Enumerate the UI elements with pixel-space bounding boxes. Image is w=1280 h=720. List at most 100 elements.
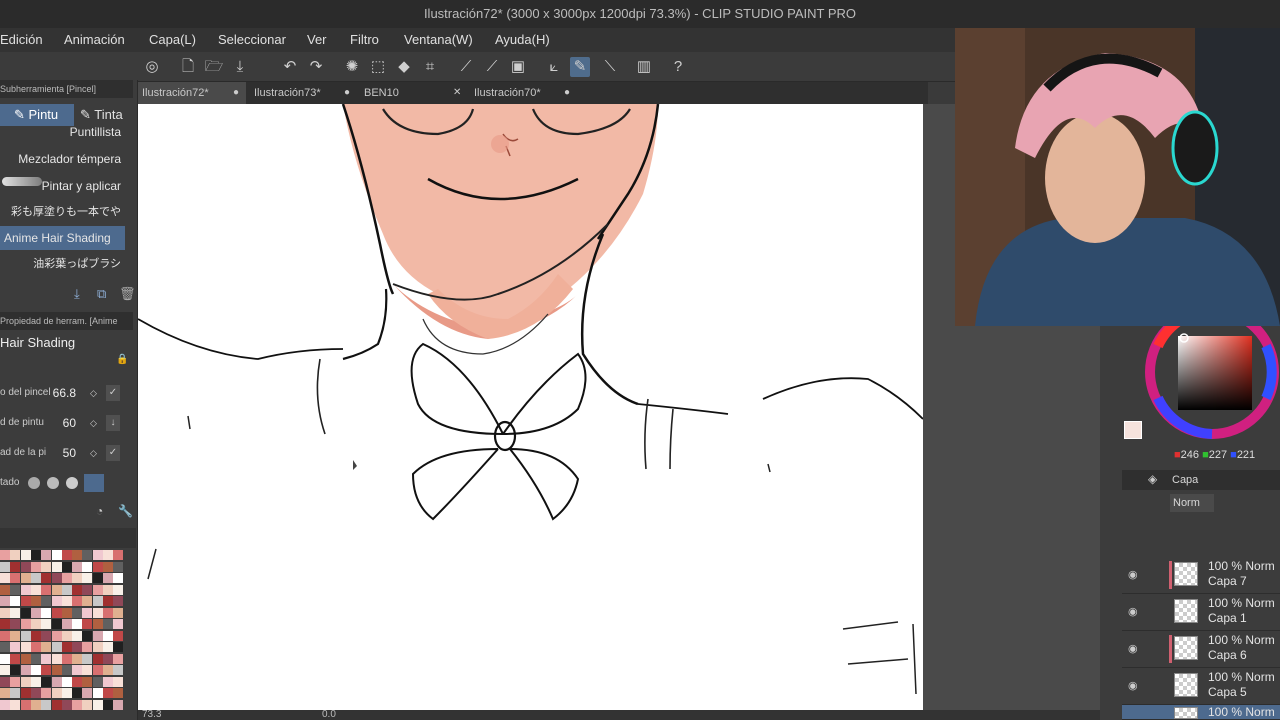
palette-swatch[interactable] — [113, 688, 124, 698]
palette-swatch[interactable] — [41, 607, 52, 618]
palette-swatch[interactable] — [92, 561, 103, 572]
open-folder-icon[interactable]: 🗁 — [204, 57, 224, 77]
palette-swatch[interactable] — [103, 642, 113, 652]
palette-swatch[interactable] — [82, 642, 93, 652]
stretch-value[interactable]: 50 — [63, 442, 76, 464]
antialias-high[interactable] — [84, 474, 104, 492]
palette-swatch[interactable] — [0, 584, 10, 595]
redo-icon[interactable]: ↷ — [306, 57, 326, 77]
palette-swatch[interactable] — [20, 584, 31, 595]
brush-size-row[interactable]: o del pincel 66.8 ◇ ✓ — [0, 382, 124, 404]
palette-swatch[interactable] — [10, 630, 21, 641]
palette-swatch[interactable] — [41, 596, 52, 606]
palette-swatch[interactable] — [72, 607, 83, 618]
palette-swatch[interactable] — [61, 619, 72, 629]
tab-modified-indicator[interactable]: ● — [233, 82, 239, 104]
palette-swatch[interactable] — [103, 630, 113, 641]
brush-pintar-y-aplicar[interactable]: Pintar y aplicar — [0, 174, 125, 198]
palette-swatch[interactable] — [41, 550, 52, 560]
layer-row[interactable]: ◉ 100 % Norm Capa 1 — [1122, 594, 1280, 631]
palette-swatch[interactable] — [113, 630, 124, 641]
palette-swatch[interactable] — [30, 550, 41, 560]
palette-swatch[interactable] — [61, 561, 72, 572]
palette-swatch[interactable] — [92, 688, 103, 698]
brush-size-value[interactable]: 66.8 — [53, 382, 76, 404]
palette-swatch[interactable] — [92, 573, 103, 583]
palette-swatch[interactable] — [10, 550, 21, 560]
palette-swatch[interactable] — [41, 642, 52, 652]
palette-swatch[interactable] — [20, 596, 31, 606]
palette-swatch[interactable] — [113, 573, 124, 583]
import-icon[interactable]: ⤓ — [74, 286, 80, 302]
color-set-palette[interactable] — [0, 550, 124, 715]
angle-readout[interactable]: 0.0 — [322, 709, 336, 720]
palette-swatch[interactable] — [72, 573, 83, 583]
palette-swatch[interactable] — [113, 561, 124, 572]
palette-swatch[interactable] — [20, 642, 31, 652]
palette-swatch[interactable] — [61, 699, 72, 710]
palette-swatch[interactable] — [41, 561, 52, 572]
palette-swatch[interactable] — [113, 584, 124, 595]
palette-swatch[interactable] — [92, 653, 103, 664]
palette-swatch[interactable] — [30, 630, 41, 641]
menu-capa[interactable]: Capa(L) — [149, 32, 196, 47]
layer-row[interactable]: ◉ 100 % Norm Capa 6 — [1122, 631, 1280, 668]
layout-icon[interactable]: ▥ — [634, 57, 654, 77]
fill-icon[interactable]: ◆ — [394, 57, 414, 77]
palette-swatch[interactable] — [10, 619, 21, 629]
palette-swatch[interactable] — [113, 550, 124, 560]
palette-swatch[interactable] — [10, 653, 21, 664]
palette-swatch[interactable] — [30, 665, 41, 675]
palette-swatch[interactable] — [92, 630, 103, 641]
palette-swatch[interactable] — [41, 653, 52, 664]
spin-icon[interactable]: ◇ — [90, 442, 97, 464]
tab-pintura[interactable]: ✎ Pintu — [0, 104, 74, 126]
tab-tinta[interactable]: ✎ Tinta — [80, 104, 138, 126]
palette-swatch[interactable] — [30, 642, 41, 652]
density-value[interactable]: 60 — [63, 412, 76, 434]
spin-icon[interactable]: ◇ — [90, 382, 97, 404]
palette-swatch[interactable] — [0, 630, 10, 641]
palette-swatch[interactable] — [92, 676, 103, 687]
palette-swatch[interactable] — [82, 676, 93, 687]
palette-swatch[interactable] — [10, 699, 21, 710]
palette-swatch[interactable] — [92, 619, 103, 629]
palette-swatch[interactable] — [92, 607, 103, 618]
palette-swatch[interactable] — [92, 699, 103, 710]
palette-swatch[interactable] — [61, 676, 72, 687]
drawing-canvas[interactable] — [138, 104, 923, 710]
palette-swatch[interactable] — [41, 584, 52, 595]
palette-swatch[interactable] — [0, 699, 10, 710]
palette-swatch[interactable] — [51, 688, 62, 698]
tab-ilustracion72[interactable]: Ilustración72* — [138, 82, 246, 104]
zoom-readout[interactable]: 73.3 — [142, 709, 161, 720]
antialias-row[interactable]: tado — [0, 472, 124, 494]
brush-anime-hair-shading[interactable]: Anime Hair Shading — [0, 226, 125, 250]
palette-swatch[interactable] — [30, 699, 41, 710]
palette-swatch[interactable] — [10, 665, 21, 675]
palette-swatch[interactable] — [51, 665, 62, 675]
copy-subtool-icon[interactable]: ⧉ — [97, 286, 106, 302]
palette-swatch[interactable] — [72, 630, 83, 641]
pressure-icon[interactable]: ✓ — [106, 445, 120, 461]
palette-swatch[interactable] — [113, 699, 124, 710]
palette-swatch[interactable] — [103, 653, 113, 664]
palette-swatch[interactable] — [0, 607, 10, 618]
menu-ventana[interactable]: Ventana(W) — [404, 32, 473, 47]
help-icon[interactable]: ? — [668, 57, 688, 77]
undo-icon[interactable]: ↶ — [280, 57, 300, 77]
palette-swatch[interactable] — [0, 596, 10, 606]
blend-mode-select[interactable]: Norm — [1170, 494, 1214, 512]
palette-swatch[interactable] — [10, 596, 21, 606]
ruler-icon[interactable]: ⟋ — [456, 57, 476, 77]
layer-row[interactable]: ◉ 100 % Norm Capa 5 — [1122, 668, 1280, 705]
r-value[interactable]: 246 — [1181, 449, 1199, 461]
color-wheel[interactable] — [1140, 326, 1280, 448]
palette-swatch[interactable] — [113, 676, 124, 687]
palette-swatch[interactable] — [103, 607, 113, 618]
menu-animacion[interactable]: Animación — [64, 32, 125, 47]
palette-swatch[interactable] — [51, 619, 62, 629]
palette-swatch[interactable] — [92, 596, 103, 606]
palette-swatch[interactable] — [113, 596, 124, 606]
palette-swatch[interactable] — [51, 642, 62, 652]
